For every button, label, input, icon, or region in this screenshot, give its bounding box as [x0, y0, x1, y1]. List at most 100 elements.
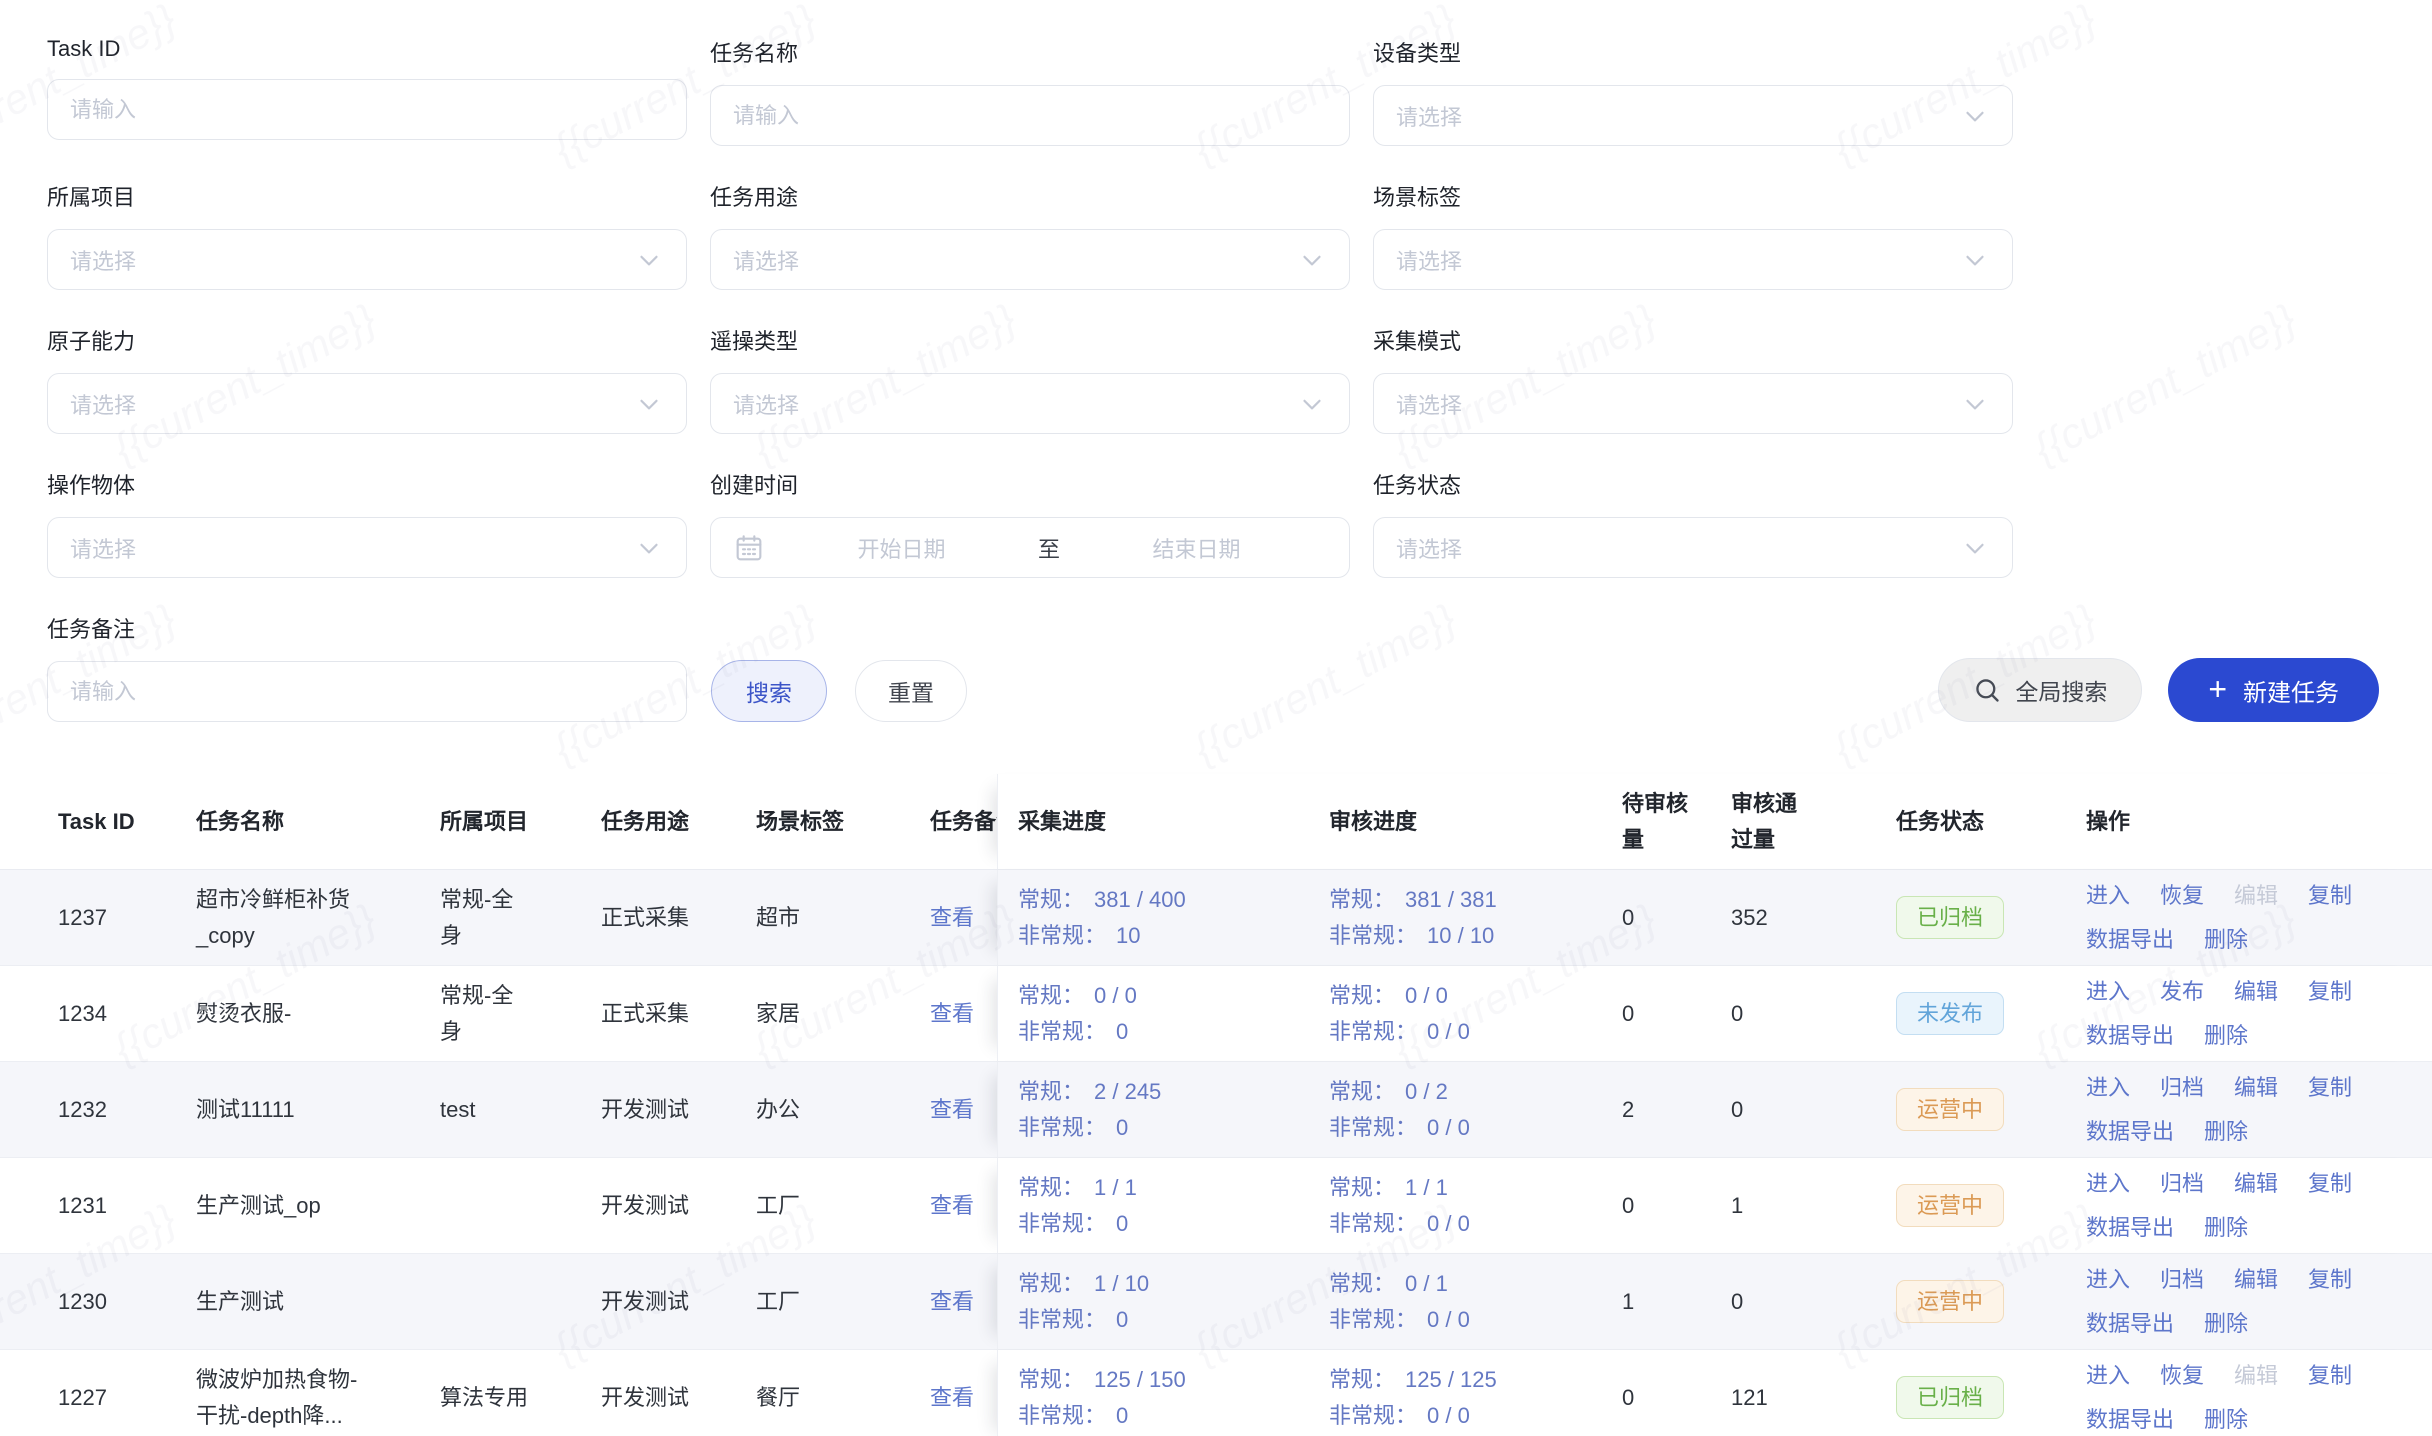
cell-project	[440, 1158, 601, 1253]
cell-task-id: 1232	[58, 1062, 196, 1157]
filter-task-id-input[interactable]	[70, 97, 664, 123]
action-link[interactable]: 进入	[2086, 878, 2130, 913]
cell-approved-count: 0	[1721, 1254, 1886, 1349]
remark-input[interactable]	[70, 679, 664, 705]
action-link[interactable]: 复制	[2308, 1358, 2352, 1393]
filter-task-purpose-select[interactable]: 请选择	[710, 229, 1350, 290]
action-link[interactable]: 进入	[2086, 1262, 2130, 1297]
action-link[interactable]: 进入	[2086, 1166, 2130, 1201]
cell-approved-count: 0	[1721, 966, 1886, 1061]
action-link[interactable]: 编辑	[2234, 1070, 2278, 1105]
table-row: 1230 生产测试 开发测试 工厂 查看 常规：1 / 10 非常规：0 常规：…	[0, 1254, 2432, 1350]
filter-field: 任务用途 请选择	[710, 180, 1350, 290]
view-note-link[interactable]: 查看	[930, 1092, 974, 1127]
filter-project-select[interactable]: 请选择	[47, 229, 687, 290]
search-button[interactable]: 搜索	[711, 660, 827, 722]
action-link[interactable]: 复制	[2308, 1262, 2352, 1297]
end-date-placeholder[interactable]: 结束日期	[1066, 532, 1327, 564]
cell-review-progress: 常规：0 / 0 非常规：0 / 0	[1309, 966, 1620, 1061]
reset-button[interactable]: 重置	[855, 660, 967, 722]
filter-task-status-select[interactable]: 请选择	[1373, 517, 2013, 578]
view-note-link[interactable]: 查看	[930, 1188, 974, 1223]
view-note-link[interactable]: 查看	[930, 900, 974, 935]
filter-atomic-ability-select[interactable]: 请选择	[47, 373, 687, 434]
plus-icon: +	[2208, 673, 2227, 705]
cell-purpose: 开发测试	[601, 1158, 756, 1253]
view-note-link[interactable]: 查看	[930, 996, 974, 1031]
filter-field: 所属项目 请选择	[47, 180, 687, 290]
filter-scene-tag-select[interactable]: 请选择	[1373, 229, 2013, 290]
filter-task-name-input[interactable]	[733, 103, 1327, 129]
header-task-id: Task ID	[58, 774, 196, 869]
cell-purpose: 正式采集	[601, 966, 756, 1061]
action-link[interactable]: 编辑	[2234, 1262, 2278, 1297]
date-range-picker[interactable]: 开始日期 至 结束日期	[710, 517, 1350, 578]
filter-field: 操作物体 请选择	[47, 468, 687, 578]
action-link[interactable]: 复制	[2308, 1070, 2352, 1105]
header-collect: 采集进度	[998, 774, 1309, 869]
cell-scene: 工厂	[756, 1254, 930, 1349]
action-link[interactable]: 复制	[2308, 974, 2352, 1009]
action-link[interactable]: 删除	[2204, 1210, 2248, 1245]
cell-project: 算法专用	[440, 1350, 601, 1436]
action-link[interactable]: 删除	[2204, 1306, 2248, 1341]
action-link[interactable]: 发布	[2160, 974, 2204, 1009]
cell-purpose: 开发测试	[601, 1350, 756, 1436]
action-link[interactable]: 归档	[2160, 1166, 2204, 1201]
action-link[interactable]: 数据导出	[2086, 1210, 2174, 1245]
table-row: 1234 熨烫衣服- 常规-全身 正式采集 家居 查看 常规：0 / 0 非常规…	[0, 966, 2432, 1062]
cell-scene: 工厂	[756, 1158, 930, 1253]
cell-purpose: 开发测试	[601, 1062, 756, 1157]
task-management-page: {{current_time}}{{current_time}}{{curren…	[0, 0, 2432, 1436]
table-row: 1237 超市冷鲜柜补货_copy 常规-全身 正式采集 超市 查看 常规：38…	[0, 870, 2432, 966]
chevron-down-icon	[1960, 245, 1990, 275]
action-link[interactable]: 归档	[2160, 1070, 2204, 1105]
select-placeholder: 请选择	[1396, 388, 1960, 420]
action-link[interactable]: 进入	[2086, 974, 2130, 1009]
action-link: 编辑	[2234, 878, 2278, 913]
status-badge: 运营中	[1896, 1088, 2004, 1132]
cell-pending-count: 0	[1620, 1350, 1721, 1436]
action-link[interactable]: 删除	[2204, 922, 2248, 957]
select-placeholder: 请选择	[733, 244, 1297, 276]
action-link[interactable]: 数据导出	[2086, 1114, 2174, 1149]
action-link[interactable]: 数据导出	[2086, 922, 2174, 957]
action-link[interactable]: 删除	[2204, 1018, 2248, 1053]
action-link[interactable]: 进入	[2086, 1070, 2130, 1105]
action-link[interactable]: 归档	[2160, 1262, 2204, 1297]
action-link[interactable]: 进入	[2086, 1358, 2130, 1393]
cell-task-name: 生产测试_op	[196, 1158, 440, 1253]
action-link[interactable]: 复制	[2308, 878, 2352, 913]
filter-field-label: 设备类型	[1373, 36, 2013, 68]
action-link[interactable]: 数据导出	[2086, 1402, 2174, 1436]
action-link[interactable]: 数据导出	[2086, 1306, 2174, 1341]
action-link[interactable]: 编辑	[2234, 1166, 2278, 1201]
start-date-placeholder[interactable]: 开始日期	[771, 532, 1032, 564]
filter-device-type-select[interactable]: 请选择	[1373, 85, 2013, 146]
action-link[interactable]: 恢复	[2160, 1358, 2204, 1393]
global-search-button[interactable]: 全局搜索	[1938, 658, 2142, 722]
select-placeholder: 请选择	[70, 244, 634, 276]
status-badge: 已归档	[1896, 896, 2004, 940]
date-range-separator: 至	[1032, 532, 1066, 564]
action-link[interactable]: 恢复	[2160, 878, 2204, 913]
action-link[interactable]: 数据导出	[2086, 1018, 2174, 1053]
filter-operate-object-select[interactable]: 请选择	[47, 517, 687, 578]
filter-field: 任务名称	[710, 36, 1350, 146]
filter-collect-mode-select[interactable]: 请选择	[1373, 373, 2013, 434]
action-link[interactable]: 编辑	[2234, 974, 2278, 1009]
filter-teleop-type-select[interactable]: 请选择	[710, 373, 1350, 434]
action-link[interactable]: 复制	[2308, 1166, 2352, 1201]
action-link[interactable]: 删除	[2204, 1402, 2248, 1436]
cell-approved-count: 0	[1721, 1062, 1886, 1157]
action-link[interactable]: 删除	[2204, 1114, 2248, 1149]
cell-collect-progress: 常规：0 / 0 非常规：0	[998, 966, 1309, 1061]
chevron-down-icon	[1297, 389, 1327, 419]
create-task-button[interactable]: + 新建任务	[2168, 658, 2379, 722]
status-badge: 运营中	[1896, 1280, 2004, 1324]
view-note-link[interactable]: 查看	[930, 1284, 974, 1319]
filter-field-label: 遥操类型	[710, 324, 1350, 356]
cell-task-id: 1231	[58, 1158, 196, 1253]
cell-review-progress: 常规：381 / 381 非常规：10 / 10	[1309, 870, 1620, 965]
view-note-link[interactable]: 查看	[930, 1380, 974, 1415]
